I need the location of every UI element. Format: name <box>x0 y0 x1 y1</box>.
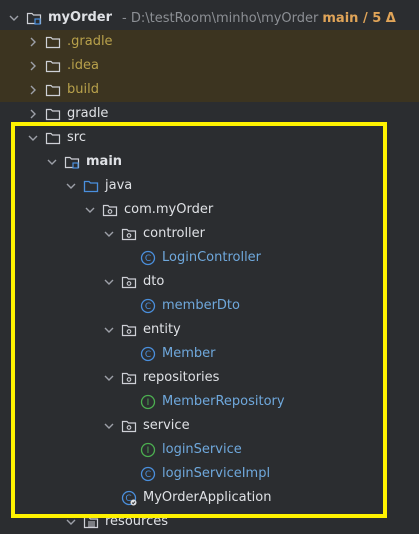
tree-row-loginserviceimpl[interactable]: CloginServiceImpl <box>0 462 419 486</box>
tree-row-dto[interactable]: dto <box>0 270 419 294</box>
svg-text:C: C <box>145 254 151 264</box>
class-icon: C <box>140 298 156 314</box>
tree-item-label: .idea <box>67 58 99 73</box>
interface-icon: I <box>140 394 156 410</box>
tree-item-label: java <box>105 178 133 193</box>
tree-row-build[interactable]: build <box>0 78 419 102</box>
package-icon <box>121 418 137 434</box>
folder-icon <box>45 106 61 122</box>
package-icon <box>121 322 137 338</box>
source-folder-icon <box>83 178 99 194</box>
tree-row-com-myorder[interactable]: com.myOrder <box>0 198 419 222</box>
chevron-down-icon[interactable] <box>65 174 77 198</box>
chevron-down-icon[interactable] <box>103 414 115 438</box>
svg-text:I: I <box>147 398 150 408</box>
tree-row-entity[interactable]: entity <box>0 318 419 342</box>
tree-item-label: gradle <box>67 106 109 121</box>
spring-app-icon: C <box>121 490 137 506</box>
tree-row-gradle[interactable]: gradle <box>0 102 419 126</box>
tree-item-label: Member <box>162 346 216 361</box>
folder-icon <box>45 82 61 98</box>
package-icon <box>121 274 137 290</box>
tree-row-memberrepository[interactable]: I MemberRepository <box>0 390 419 414</box>
package-icon <box>121 226 137 242</box>
chevron-right-icon[interactable] <box>27 78 39 102</box>
tree-item-label: entity <box>143 322 181 337</box>
chevron-down-icon[interactable] <box>103 366 115 390</box>
tree-row-loginservice[interactable]: IloginService <box>0 438 419 462</box>
chevron-down-icon[interactable] <box>103 270 115 294</box>
tree-item-label: build <box>67 82 99 97</box>
tree-item-label: controller <box>143 226 206 241</box>
tree-item-label: loginServiceImpl <box>162 466 271 481</box>
module-folder-icon <box>64 154 80 170</box>
tree-row-resources[interactable]: resources <box>0 510 419 534</box>
class-icon: C <box>140 466 156 482</box>
tree-item-label: LoginController <box>162 250 262 265</box>
module-folder-icon <box>26 10 42 26</box>
tree-row-logincontroller[interactable]: C LoginController <box>0 246 419 270</box>
folder-icon <box>45 130 61 146</box>
tree-row-main[interactable]: main <box>0 150 419 174</box>
tree-item-label: dto <box>143 274 165 289</box>
chevron-down-icon[interactable] <box>46 150 58 174</box>
chevron-right-icon[interactable] <box>27 102 39 126</box>
tree-row-src[interactable]: src <box>0 126 419 150</box>
tree-item-label: MemberRepository <box>162 394 285 409</box>
svg-text:C: C <box>145 350 151 360</box>
package-icon <box>102 202 118 218</box>
tree-row-gradle[interactable]: .gradle <box>0 30 419 54</box>
tree-row-memberdto[interactable]: CmemberDto <box>0 294 419 318</box>
tree-item-label: src <box>67 130 86 145</box>
chevron-right-icon[interactable] <box>27 30 39 54</box>
tree-row-service[interactable]: service <box>0 414 419 438</box>
tree-item-label: service <box>143 418 190 433</box>
svg-text:C: C <box>145 470 151 480</box>
vcs-status: main / 5 Δ <box>322 10 396 26</box>
chevron-right-icon[interactable] <box>27 54 39 78</box>
chevron-down-icon[interactable] <box>84 198 96 222</box>
tree-item-label: loginService <box>162 442 242 457</box>
tree-item-label: MyOrderApplication <box>143 490 272 505</box>
project-name: myOrder <box>48 10 113 25</box>
tree-item-label: main <box>86 154 123 169</box>
tree-item-label: memberDto <box>162 298 240 313</box>
interface-icon: I <box>140 442 156 458</box>
svg-text:I: I <box>147 446 150 456</box>
chevron-down-icon[interactable] <box>103 222 115 246</box>
tree-row-repositories[interactable]: repositories <box>0 366 419 390</box>
tree-row-root[interactable]: myOrder - D:\testRoom\minho\myOrder main… <box>0 6 419 30</box>
folder-icon <box>45 58 61 74</box>
folder-icon <box>45 34 61 50</box>
tree-row-controller[interactable]: controller <box>0 222 419 246</box>
tree-item-label: resources <box>105 514 169 529</box>
tree-row-myorderapplication[interactable]: C MyOrderApplication <box>0 486 419 510</box>
chevron-down-icon[interactable] <box>65 510 77 534</box>
svg-text:C: C <box>145 302 151 312</box>
tree-item-label: .gradle <box>67 34 113 49</box>
tree-row-java[interactable]: java <box>0 174 419 198</box>
package-icon <box>121 370 137 386</box>
resources-folder-icon <box>83 514 99 530</box>
chevron-down-icon[interactable] <box>27 126 39 150</box>
project-path: - D:\testRoom\minho\myOrder <box>122 10 319 26</box>
tree-row-member[interactable]: C Member <box>0 342 419 366</box>
chevron-down-icon[interactable] <box>103 318 115 342</box>
class-icon: C <box>140 250 156 266</box>
tree-item-label: com.myOrder <box>124 202 214 217</box>
class-icon: C <box>140 346 156 362</box>
tree-item-label: repositories <box>143 370 220 385</box>
tree-row-idea[interactable]: .idea <box>0 54 419 78</box>
chevron-down-icon[interactable] <box>8 6 20 30</box>
